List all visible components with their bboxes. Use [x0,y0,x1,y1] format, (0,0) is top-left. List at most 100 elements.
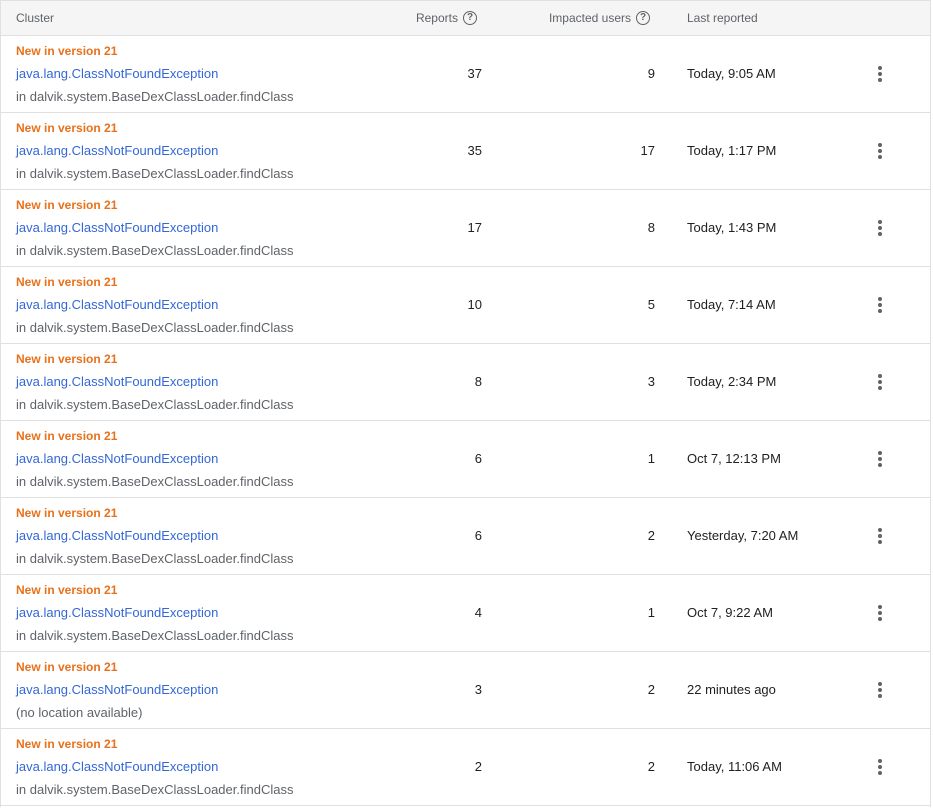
issue-location: in dalvik.system.BaseDexClassLoader.find… [16,397,294,412]
impacted-users-count: 1 [647,605,655,620]
new-version-badge: New in version 21 [16,737,118,751]
issue-location: in dalvik.system.BaseDexClassLoader.find… [16,166,294,181]
column-header-impacted-users-label: Impacted users [548,11,631,25]
new-version-badge: New in version 21 [16,583,118,597]
new-version-badge: New in version 21 [16,44,118,58]
issue-location: in dalvik.system.BaseDexClassLoader.find… [16,243,294,258]
reports-count: 3 [474,682,482,697]
last-reported-time: 22 minutes ago [687,682,776,697]
menu-dot [878,688,882,692]
column-header-cluster[interactable]: Cluster [16,1,54,35]
table-row[interactable]: New in version 21 java.lang.ClassNotFoun… [1,652,930,729]
issue-title-link[interactable]: java.lang.ClassNotFoundException [16,66,218,81]
issue-title-link[interactable]: java.lang.ClassNotFoundException [16,528,218,543]
menu-dot [878,451,882,455]
issue-location: in dalvik.system.BaseDexClassLoader.find… [16,628,294,643]
more-vert-icon[interactable] [872,757,888,777]
menu-dot [878,226,882,230]
reports-count: 10 [467,297,482,312]
last-reported-time: Oct 7, 12:13 PM [687,451,781,466]
table-row[interactable]: New in version 21 java.lang.ClassNotFoun… [1,36,930,113]
menu-dot [878,759,882,763]
more-vert-icon[interactable] [872,449,888,469]
column-header-reports[interactable]: Reports ? [416,1,477,35]
more-vert-icon[interactable] [872,526,888,546]
more-vert-icon[interactable] [872,680,888,700]
column-header-last-reported[interactable]: Last reported [687,1,758,35]
new-version-badge: New in version 21 [16,198,118,212]
menu-dot [878,540,882,544]
menu-dot [878,309,882,313]
reports-count: 6 [474,451,482,466]
issue-title-link[interactable]: java.lang.ClassNotFoundException [16,451,218,466]
reports-count: 8 [474,374,482,389]
menu-dot [878,66,882,70]
table-row[interactable]: New in version 21 java.lang.ClassNotFoun… [1,190,930,267]
column-header-reports-label: Reports [415,11,458,25]
more-vert-icon[interactable] [872,64,888,84]
new-version-badge: New in version 21 [16,429,118,443]
more-vert-icon[interactable] [872,295,888,315]
help-circle-icon[interactable]: ? [463,11,477,25]
table-row[interactable]: New in version 21 java.lang.ClassNotFoun… [1,498,930,575]
last-reported-time: Oct 7, 9:22 AM [687,605,773,620]
menu-dot [878,682,882,686]
menu-dot [878,463,882,467]
more-vert-icon[interactable] [872,603,888,623]
issue-title-link[interactable]: java.lang.ClassNotFoundException [16,374,218,389]
new-version-badge: New in version 21 [16,352,118,366]
table-row[interactable]: New in version 21 java.lang.ClassNotFoun… [1,113,930,190]
new-version-badge: New in version 21 [16,275,118,289]
issue-location: in dalvik.system.BaseDexClassLoader.find… [16,551,294,566]
reports-count: 6 [474,528,482,543]
new-version-badge: New in version 21 [16,121,118,135]
menu-dot [878,232,882,236]
reports-count: 37 [467,66,482,81]
issue-title-link[interactable]: java.lang.ClassNotFoundException [16,759,218,774]
table-row[interactable]: New in version 21 java.lang.ClassNotFoun… [1,575,930,652]
more-vert-icon[interactable] [872,141,888,161]
menu-dot [878,297,882,301]
menu-dot [878,72,882,76]
impacted-users-count: 9 [647,66,655,81]
last-reported-time: Today, 9:05 AM [687,66,776,81]
help-circle-icon[interactable]: ? [636,11,650,25]
issue-title-link[interactable]: java.lang.ClassNotFoundException [16,605,218,620]
menu-dot [878,386,882,390]
last-reported-time: Yesterday, 7:20 AM [687,528,799,543]
table-row[interactable]: New in version 21 java.lang.ClassNotFoun… [1,267,930,344]
menu-dot [878,155,882,159]
menu-dot [878,303,882,307]
menu-dot [878,149,882,153]
table-row[interactable]: New in version 21 java.lang.ClassNotFoun… [1,421,930,498]
issue-title-link[interactable]: java.lang.ClassNotFoundException [16,682,218,697]
menu-dot [878,694,882,698]
reports-count: 35 [467,143,482,158]
issue-title-link[interactable]: java.lang.ClassNotFoundException [16,220,218,235]
menu-dot [878,771,882,775]
last-reported-time: Today, 11:06 AM [687,759,782,774]
new-version-badge: New in version 21 [16,660,118,674]
more-vert-icon[interactable] [872,372,888,392]
more-vert-icon[interactable] [872,218,888,238]
issue-title-link[interactable]: java.lang.ClassNotFoundException [16,297,218,312]
menu-dot [878,528,882,532]
last-reported-time: Today, 1:17 PM [687,143,777,158]
issue-title-link[interactable]: java.lang.ClassNotFoundException [16,143,218,158]
menu-dot [878,611,882,615]
column-header-impacted-users[interactable]: Impacted users ? [549,1,650,35]
menu-dot [878,380,882,384]
last-reported-time: Today, 1:43 PM [687,220,777,235]
table-row[interactable]: New in version 21 java.lang.ClassNotFoun… [1,729,930,806]
menu-dot [878,765,882,769]
issues-table: Cluster Reports ? Impacted users ? Last … [0,0,931,807]
impacted-users-count: 17 [640,143,655,158]
menu-dot [878,534,882,538]
table-row[interactable]: New in version 21 java.lang.ClassNotFoun… [1,344,930,421]
menu-dot [878,617,882,621]
table-header: Cluster Reports ? Impacted users ? Last … [1,0,930,36]
menu-dot [878,457,882,461]
issue-location: in dalvik.system.BaseDexClassLoader.find… [16,474,294,489]
new-version-badge: New in version 21 [16,506,118,520]
issue-location: in dalvik.system.BaseDexClassLoader.find… [16,89,294,104]
